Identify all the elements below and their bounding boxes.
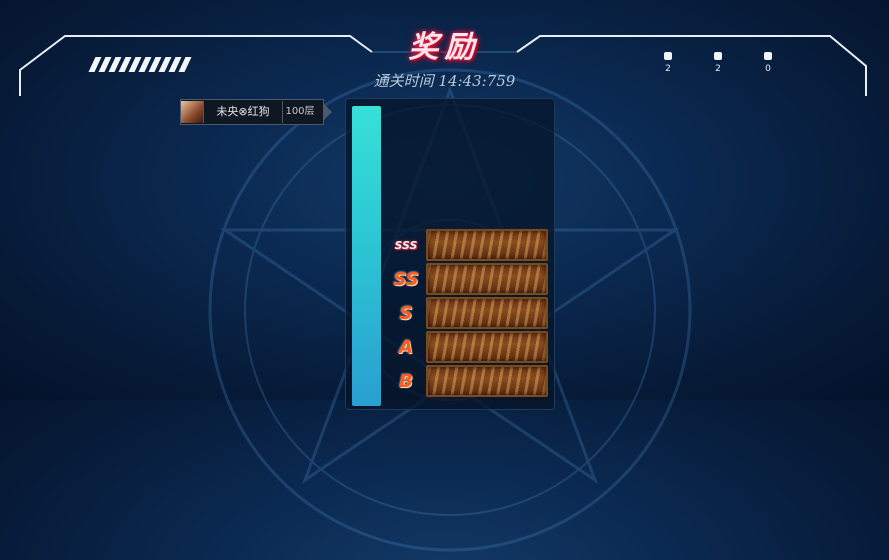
reward-row[interactable]: SS bbox=[390, 262, 548, 296]
progress-bar bbox=[352, 106, 381, 406]
counter-value: 2 bbox=[665, 64, 671, 74]
rank-s-label: S bbox=[399, 302, 413, 324]
fragment-icon bbox=[664, 52, 672, 60]
counter-value: 0 bbox=[765, 64, 771, 74]
progress-fill bbox=[352, 106, 381, 406]
counter-item: 2 bbox=[660, 52, 676, 74]
rank-a-label: A bbox=[399, 336, 413, 358]
counter-item: 0 bbox=[760, 52, 776, 74]
treasure-chest-icon[interactable] bbox=[426, 331, 548, 363]
reward-row[interactable]: B bbox=[390, 364, 548, 398]
fragment-icon bbox=[714, 52, 722, 60]
reward-row[interactable]: SSS bbox=[390, 228, 548, 262]
rank-sss-label: SSS bbox=[394, 238, 418, 252]
rank-ss-label: SS bbox=[393, 268, 419, 290]
treasure-chest-icon[interactable] bbox=[426, 229, 548, 261]
reward-row[interactable]: A bbox=[390, 330, 548, 364]
counter-value: 2 bbox=[715, 64, 721, 74]
player-tag: 未央⊗红狗 100层 bbox=[180, 99, 332, 125]
treasure-chest-icon[interactable] bbox=[426, 365, 548, 397]
fragment-icon bbox=[764, 52, 772, 60]
player-name: 未央⊗红狗 bbox=[204, 101, 283, 123]
player-floor: 100层 bbox=[285, 106, 315, 117]
pointer-arrow-icon bbox=[323, 103, 332, 121]
reward-list: SSS SS S A B bbox=[390, 228, 548, 398]
rank-b-label: B bbox=[399, 370, 413, 392]
player-avatar bbox=[181, 101, 204, 123]
corner-counters: 2 2 0 bbox=[660, 52, 776, 74]
counter-item: 2 bbox=[710, 52, 726, 74]
reward-row[interactable]: S bbox=[390, 296, 548, 330]
treasure-chest-icon[interactable] bbox=[426, 263, 548, 295]
treasure-chest-icon[interactable] bbox=[426, 297, 548, 329]
